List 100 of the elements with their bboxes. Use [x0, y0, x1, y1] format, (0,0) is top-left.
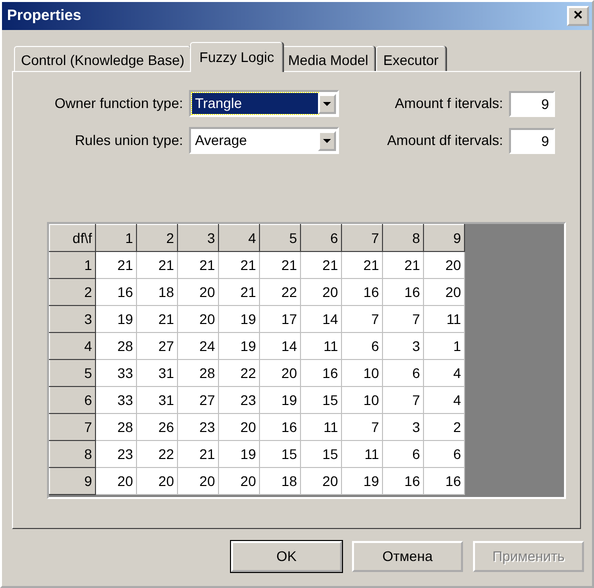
table-cell: 2 — [424, 414, 464, 440]
table-cell: 20 — [218, 468, 260, 494]
table-cell: 22 — [218, 360, 260, 386]
table-cell: 14 — [260, 332, 300, 360]
table-cell: 21 — [300, 252, 342, 278]
table-cell: 20 — [218, 414, 260, 440]
tab[interactable]: Fuzzy Logic — [190, 42, 284, 72]
table-cell: 26 — [136, 414, 178, 440]
row-header: 9 — [50, 468, 96, 494]
field-label: Amount df itervals: — [386, 131, 503, 150]
table-cell: 19 — [218, 332, 260, 360]
table-cell: 28 — [178, 360, 218, 386]
field-label: Amount f itervals: — [394, 94, 503, 113]
table-cell: 10 — [342, 386, 382, 414]
table-cell: 21 — [218, 252, 260, 278]
table-cell: 4 — [424, 360, 464, 386]
dropdown[interactable]: Average — [189, 127, 339, 154]
table-cell: 33 — [96, 360, 136, 386]
table-cell: 21 — [382, 252, 424, 278]
field-label: Owner function type: — [54, 94, 183, 113]
table-cell: 24 — [178, 332, 218, 360]
column-header: 6 — [300, 224, 342, 252]
table-cell: 11 — [424, 306, 464, 332]
table-cell: 11 — [342, 440, 382, 468]
close-button[interactable]: × — [567, 6, 589, 26]
table-cell: 22 — [260, 278, 300, 306]
number-field[interactable]: 9 — [509, 128, 555, 154]
column-header: 7 — [342, 224, 382, 252]
table-cell: 28 — [96, 332, 136, 360]
table-cell: 16 — [382, 468, 424, 494]
table-cell: 21 — [260, 252, 300, 278]
dropdown[interactable]: Trangle — [189, 90, 339, 117]
table-cell: 20 — [178, 278, 218, 306]
number-field[interactable]: 9 — [509, 90, 555, 116]
table-cell: 23 — [96, 440, 136, 468]
row-header: 4 — [50, 332, 96, 360]
table-cell: 16 — [342, 278, 382, 306]
table-cell: 20 — [178, 306, 218, 332]
table-cell: 28 — [96, 414, 136, 440]
row-header: 2 — [50, 278, 96, 306]
table-cell: 3 — [382, 414, 424, 440]
table-cell: 23 — [178, 414, 218, 440]
table-cell: 27 — [178, 386, 218, 414]
table-cell: 23 — [218, 386, 260, 414]
table-cell: 16 — [260, 414, 300, 440]
table-cell: 20 — [300, 468, 342, 494]
table-cell: 6 — [382, 360, 424, 386]
table-cell: 4 — [424, 386, 464, 414]
table-cell: 20 — [300, 278, 342, 306]
table-cell: 21 — [178, 252, 218, 278]
table-cell: 31 — [136, 386, 178, 414]
tab[interactable]: Media Model — [281, 46, 376, 72]
table-cell: 11 — [300, 414, 342, 440]
table-cell: 20 — [136, 468, 178, 494]
table-cell: 27 — [136, 332, 178, 360]
table-cell: 18 — [260, 468, 300, 494]
dropdown-arrow-icon — [323, 138, 331, 142]
table-cell: 7 — [342, 306, 382, 332]
row-header: 5 — [50, 360, 96, 386]
row-header: 1 — [50, 252, 96, 278]
table-cell: 20 — [96, 468, 136, 494]
tab[interactable]: Executor — [376, 46, 446, 72]
table-cell: 6 — [382, 440, 424, 468]
window-title: Properties — [7, 6, 82, 26]
table-cell: 7 — [342, 414, 382, 440]
table-cell: 1 — [424, 332, 464, 360]
table-cell: 19 — [96, 306, 136, 332]
table-cell: 6 — [342, 332, 382, 360]
table-cell: 21 — [342, 252, 382, 278]
table-cell: 15 — [300, 386, 342, 414]
table-cell: 7 — [382, 386, 424, 414]
dialog-button[interactable]: Отмена — [352, 541, 463, 572]
row-header: 7 — [50, 414, 96, 440]
field-label: Rules union type: — [74, 131, 183, 150]
tab[interactable]: Control (Knowledge Base) — [14, 46, 192, 72]
table-cell: 22 — [136, 440, 178, 468]
table-cell: 21 — [178, 440, 218, 468]
table-cell: 20 — [424, 252, 464, 278]
table-cell: 20 — [260, 360, 300, 386]
header-cell: df\f — [50, 224, 96, 252]
table-cell: 6 — [424, 440, 464, 468]
table-cell: 21 — [136, 306, 178, 332]
table-cell: 7 — [382, 306, 424, 332]
table-cell: 19 — [218, 306, 260, 332]
table-cell: 15 — [300, 440, 342, 468]
table-cell: 14 — [300, 306, 342, 332]
table-cell: 10 — [342, 360, 382, 386]
column-header: 8 — [382, 224, 424, 252]
table-cell: 19 — [218, 440, 260, 468]
column-header: 5 — [260, 224, 300, 252]
table-cell: 21 — [136, 252, 178, 278]
table-cell: 18 — [136, 278, 178, 306]
dialog-button[interactable]: OK — [231, 541, 342, 572]
table-cell: 20 — [178, 468, 218, 494]
dropdown-arrow-icon — [323, 102, 331, 106]
table-cell: 21 — [96, 252, 136, 278]
row-header: 3 — [50, 306, 96, 332]
table-cell: 20 — [424, 278, 464, 306]
row-header: 6 — [50, 386, 96, 414]
column-header: 1 — [96, 224, 136, 252]
